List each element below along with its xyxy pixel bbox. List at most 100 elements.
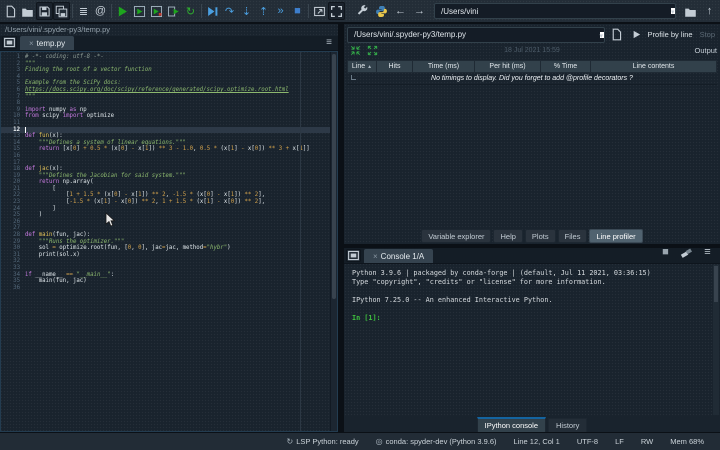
code-line-17[interactable]: 17 xyxy=(1,160,337,167)
browse-consoles-icon[interactable] xyxy=(346,249,361,262)
step-into-icon[interactable]: ⇣ xyxy=(238,2,255,20)
remove-variables-icon[interactable] xyxy=(678,243,695,261)
run-cell-icon[interactable] xyxy=(131,2,148,20)
code-line-22[interactable]: 22 [1 + 1.5 * (x[0] - x[1]) ** 2, -1.5 *… xyxy=(1,192,337,199)
code-line-2[interactable]: 2 """ xyxy=(1,61,337,68)
code-line-14[interactable]: 14 """Defines a system of linear equatio… xyxy=(1,140,337,147)
code-line-24[interactable]: 24 ] xyxy=(1,206,337,213)
working-directory-combo[interactable]: ▾ xyxy=(434,3,676,19)
code-line-9[interactable]: 9 import numpy as np xyxy=(1,107,337,114)
tab-ipython-console[interactable]: IPython console xyxy=(476,416,547,432)
code-line-31[interactable]: 31 print(sol.x) xyxy=(1,252,337,259)
new-window-icon[interactable] xyxy=(311,2,328,20)
preferences-wrench-icon[interactable] xyxy=(354,2,371,20)
code-line-34[interactable]: 34 if __name__ == "__main__": xyxy=(1,272,337,279)
save-all-icon[interactable] xyxy=(53,2,70,20)
code-line-32[interactable]: 32 xyxy=(1,258,337,265)
editor-scrollbar[interactable] xyxy=(330,52,337,431)
code-line-30[interactable]: 30 sol = optimize.root(fun, [0, 0], jac=… xyxy=(1,245,337,252)
editor-scrollbar-thumb[interactable] xyxy=(332,54,336,299)
maximize-pane-icon[interactable] xyxy=(328,2,345,20)
profiler-stop-button[interactable]: Stop xyxy=(700,30,715,39)
python-logo-icon[interactable] xyxy=(373,2,390,20)
profile-by-line-button[interactable]: Profile by line xyxy=(648,30,693,39)
forward-icon[interactable]: → xyxy=(411,2,428,20)
debug-file-icon[interactable] xyxy=(204,2,221,20)
code-line-35[interactable]: 35 main(fun, jac) xyxy=(1,278,337,285)
rerun-cell-icon[interactable]: ↻ xyxy=(182,2,199,20)
step-return-icon[interactable]: ⇡ xyxy=(255,2,272,20)
file-switcher-icon[interactable]: ≣ xyxy=(75,2,92,20)
new-file-icon[interactable] xyxy=(2,2,19,20)
chevron-down-icon[interactable]: ▾ xyxy=(671,8,675,16)
code-line-13[interactable]: 13 def fun(x): xyxy=(1,133,337,140)
code-line-21[interactable]: 21 [ xyxy=(1,186,337,193)
console-options-icon[interactable]: ≡ xyxy=(699,243,716,261)
profiler-column-hits[interactable]: Hits xyxy=(377,60,413,73)
profiler-column-per-hit-ms-[interactable]: Per hit (ms) xyxy=(475,60,541,73)
code-line-19[interactable]: 19 """Defines the Jacobian for said syst… xyxy=(1,173,337,180)
console-tab[interactable]: × Console 1/A xyxy=(364,249,434,263)
code-editor[interactable]: 1 # -*- coding: utf-8 -*- 2 """ 3 Finding the… xyxy=(0,51,338,432)
code-line-36[interactable]: 36 xyxy=(1,285,337,292)
profiler-column-line[interactable]: Line ▲ xyxy=(347,60,377,73)
code-line-5[interactable]: 5 Example from the SciPy docs: xyxy=(1,80,337,87)
console-scrollbar-thumb[interactable] xyxy=(714,266,718,302)
code-line-4[interactable]: 4 xyxy=(1,74,337,81)
code-line-28[interactable]: 28 def main(fun, jac): xyxy=(1,232,337,239)
code-line-8[interactable]: 8 xyxy=(1,100,337,107)
console-scrollbar[interactable] xyxy=(713,265,719,415)
profile-run-icon[interactable] xyxy=(628,26,645,44)
code-line-12[interactable]: 12 xyxy=(1,126,337,134)
editor-tab-temp-py[interactable]: × temp.py xyxy=(20,36,75,50)
tab-line-profiler[interactable]: Line profiler xyxy=(589,229,643,243)
code-line-23[interactable]: 23 [-1.5 * (x[1] - x[0]) ** 2, 1 + 1.5 *… xyxy=(1,199,337,206)
code-line-18[interactable]: 18 def jac(x): xyxy=(1,166,337,173)
code-line-6[interactable]: 6 https://docs.scipy.org/doc/scipy/refere… xyxy=(1,87,337,94)
run-selection-icon[interactable] xyxy=(165,2,182,20)
parent-directory-icon[interactable]: ↑ xyxy=(701,2,718,20)
chevron-down-icon[interactable]: ▾ xyxy=(599,31,604,40)
ipython-console[interactable]: Python 3.9.6 | packaged by conda-forge |… xyxy=(344,264,720,416)
tab-plots[interactable]: Plots xyxy=(524,229,556,243)
browse-directory-icon[interactable] xyxy=(682,2,699,20)
run-file-icon[interactable] xyxy=(114,2,131,20)
back-icon[interactable]: ← xyxy=(392,2,409,20)
continue-icon[interactable]: » xyxy=(272,2,289,20)
close-console-icon[interactable]: × xyxy=(373,252,378,261)
code-line-7[interactable]: 7 """ xyxy=(1,94,337,101)
working-directory-input[interactable] xyxy=(435,6,671,16)
stop-debug-icon[interactable]: ■ xyxy=(289,2,306,20)
code-line-16[interactable]: 16 xyxy=(1,153,337,160)
step-over-icon[interactable]: ↷ xyxy=(221,2,238,20)
profiler-column-line-contents[interactable]: Line contents xyxy=(591,60,717,73)
code-line-15[interactable]: 15 return [x[0] + 0.5 * (x[0] - x[1]) **… xyxy=(1,146,337,153)
code-line-25[interactable]: 25 ) xyxy=(1,212,337,219)
code-line-27[interactable]: 27 xyxy=(1,225,337,232)
code-line-1[interactable]: 1 # -*- coding: utf-8 -*- xyxy=(1,54,337,61)
code-line-20[interactable]: 20 return np.array( xyxy=(1,179,337,186)
profiler-file-combo[interactable]: ▾ xyxy=(347,26,605,43)
open-file-icon[interactable] xyxy=(19,2,36,20)
tab-variable-explorer[interactable]: Variable explorer xyxy=(421,229,492,243)
code-line-26[interactable]: 26 xyxy=(1,219,337,226)
interrupt-kernel-icon[interactable]: ■ xyxy=(657,243,674,261)
tab-help[interactable]: Help xyxy=(493,229,523,243)
tree-expander-icon[interactable] xyxy=(351,75,356,80)
editor-options-icon[interactable]: ≡ xyxy=(326,37,336,50)
code-line-10[interactable]: 10 from scipy import optimize xyxy=(1,113,337,120)
code-line-33[interactable]: 33 xyxy=(1,265,337,272)
select-file-icon[interactable] xyxy=(608,26,625,44)
browse-tabs-icon[interactable] xyxy=(2,36,17,49)
profiler-column-time-ms-[interactable]: Time (ms) xyxy=(413,60,475,73)
profiler-file-input[interactable] xyxy=(348,30,600,39)
profiler-column--time[interactable]: % Time xyxy=(541,60,591,73)
interpreter-status[interactable]: ◎ conda: spyder-dev (Python 3.9.6) xyxy=(376,437,497,446)
code-line-29[interactable]: 29 """Runs the optimizer.""" xyxy=(1,239,337,246)
tab-files[interactable]: Files xyxy=(557,229,588,243)
run-cell-advance-icon[interactable] xyxy=(148,2,165,20)
find-symbols-icon[interactable]: @ xyxy=(92,2,109,20)
tab-history[interactable]: History xyxy=(548,417,588,432)
code-line-11[interactable]: 11 xyxy=(1,120,337,127)
save-icon[interactable] xyxy=(36,2,53,20)
